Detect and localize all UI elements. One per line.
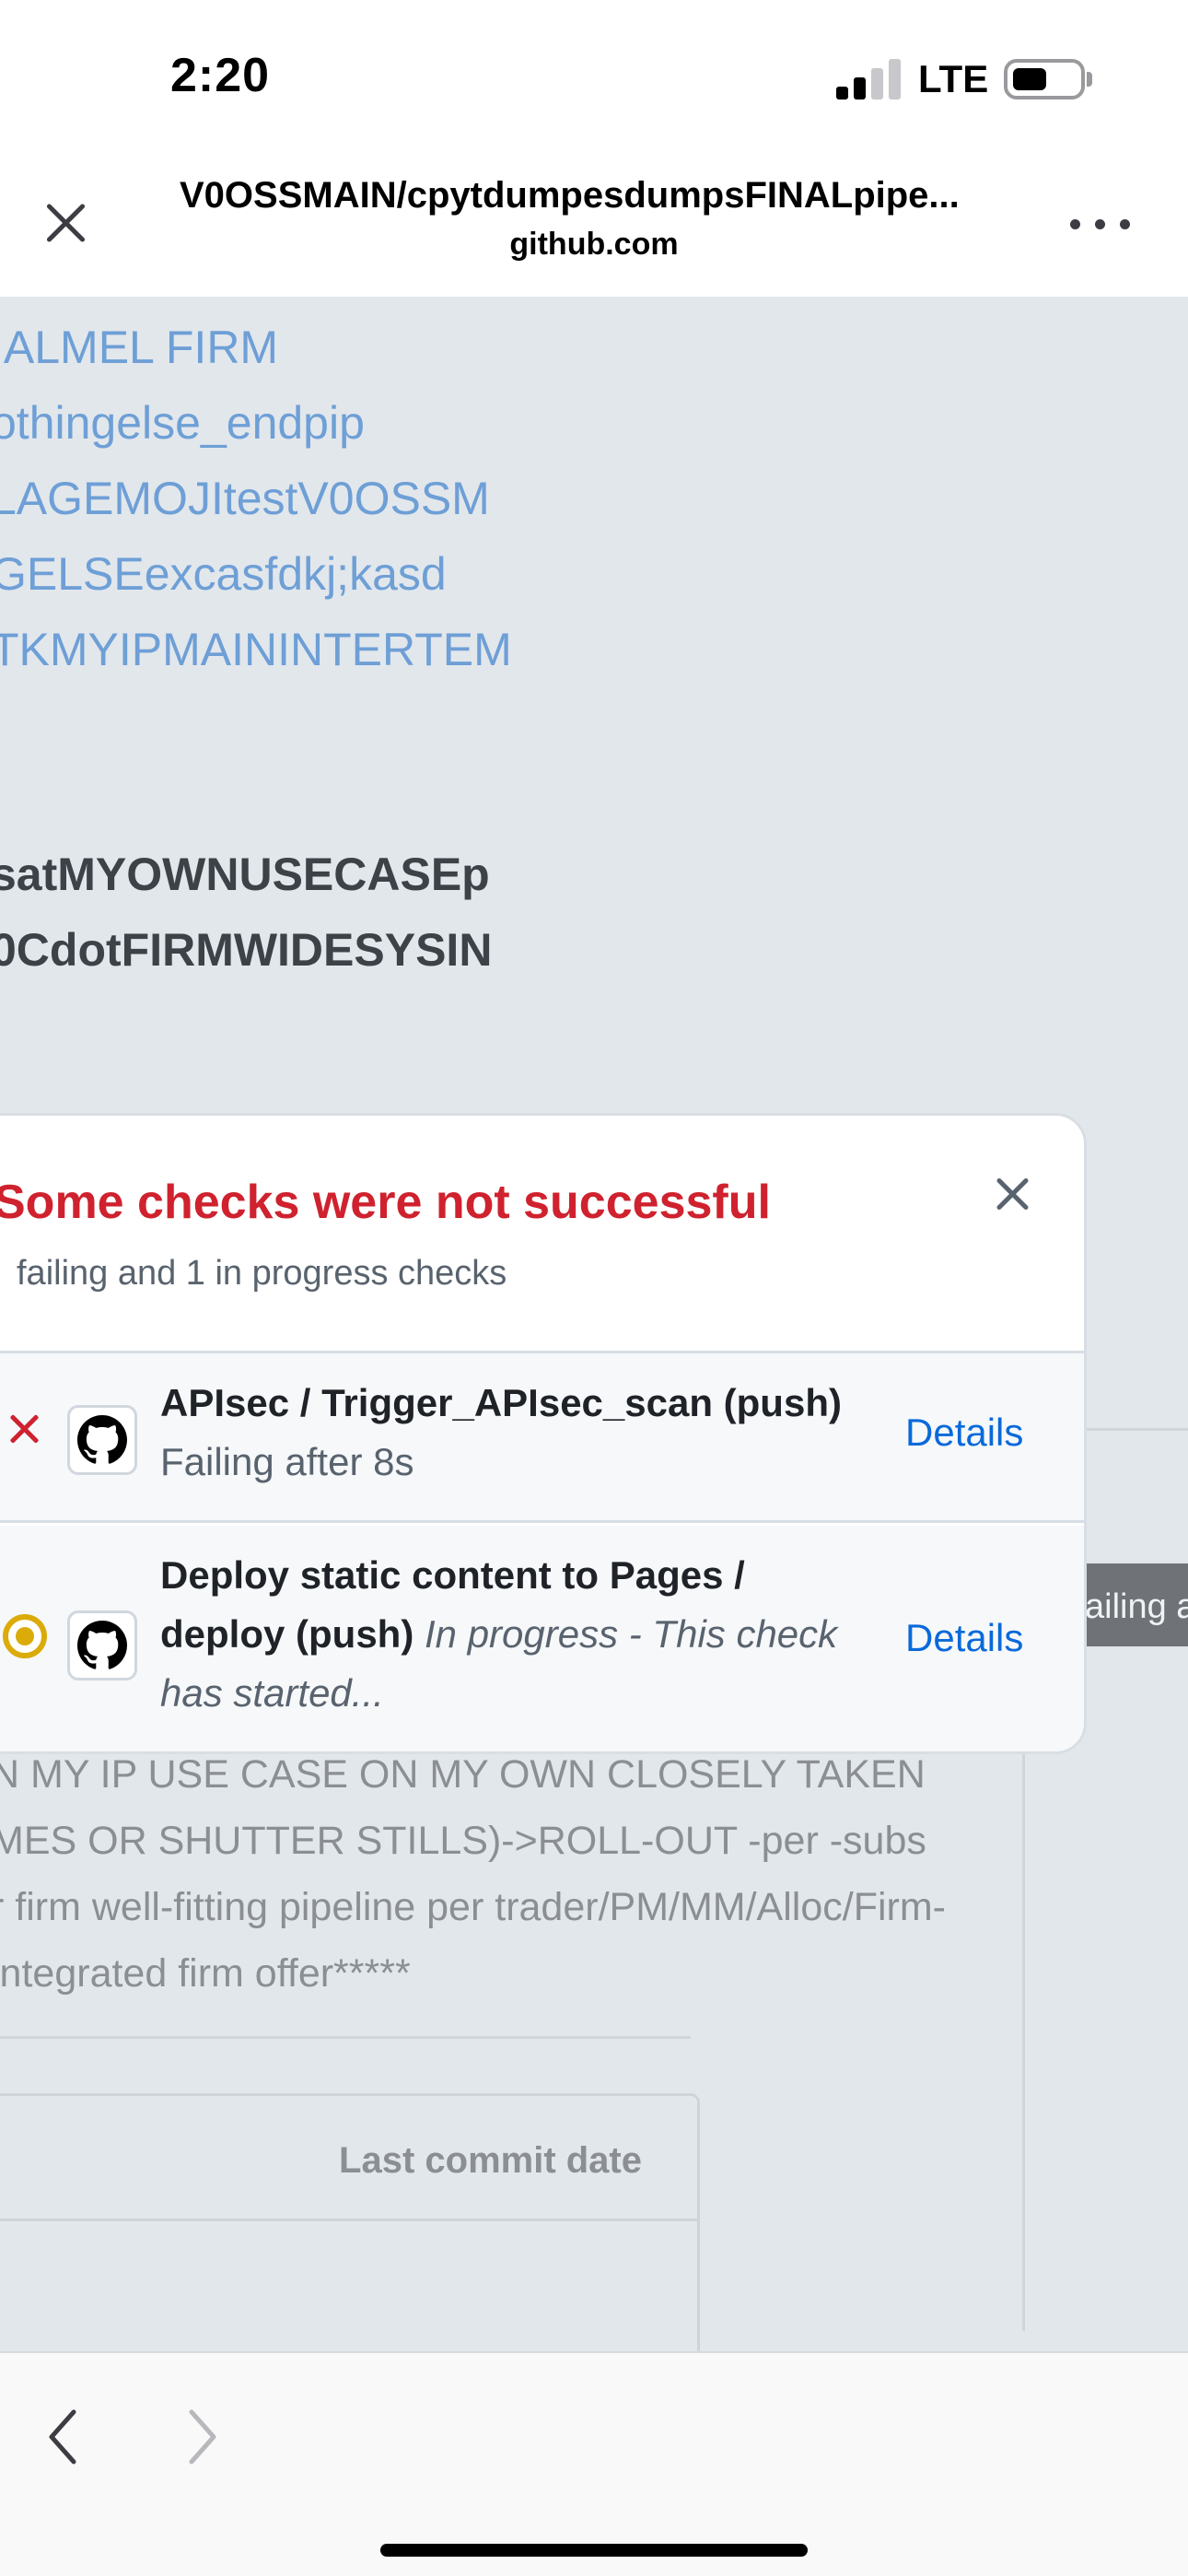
network-type: LTE: [918, 57, 989, 100]
readme-link[interactable]: GELSEexcasfdkj;kasd: [0, 547, 447, 601]
details-link[interactable]: Details: [905, 1616, 1023, 1660]
status-bar: 2:20 LTE: [0, 0, 1188, 157]
battery-cap: [1087, 72, 1092, 87]
checks-popover-subtitle: failing and 1 in progress checks: [17, 1254, 507, 1293]
check-state: Failing after 8s: [160, 1440, 414, 1483]
github-logo-icon: [67, 1405, 137, 1475]
chevron-left-icon[interactable]: [41, 2405, 87, 2469]
check-text: Deploy static content to Pages / deploy …: [160, 1546, 860, 1723]
browser-toolbar: [0, 2351, 1188, 2576]
description-line: r firm well-fitting pipeline per trader/…: [0, 1885, 946, 1929]
browser-header: V0OSSMAIN/cpytdumpesdumpsFINALpipe... gi…: [0, 157, 1188, 297]
readme-link[interactable]: TKMYIPMAININTERTEM: [0, 623, 512, 676]
file-table-header: Last commit date: [0, 2096, 697, 2221]
close-icon[interactable]: [988, 1171, 1036, 1219]
cellular-signal-icon: [836, 59, 903, 100]
home-indicator[interactable]: [380, 2544, 808, 2557]
page-domain: github.com: [509, 227, 679, 262]
readme-bold-text: 0CdotFIRMWIDESYSIN: [0, 924, 493, 976]
checks-popover: Some checks were not successful failing …: [0, 1113, 1087, 1754]
check-row: APIsec / Trigger_APIsec_scan (push) Fail…: [0, 1353, 1084, 1523]
description-line: integrated firm offer*****: [0, 1951, 411, 1996]
details-link[interactable]: Details: [905, 1411, 1023, 1455]
description-line: MES OR SHUTTER STILLS)->ROLL-OUT -per -s…: [0, 1819, 926, 1863]
file-table: Last commit date: [0, 2093, 700, 2351]
check-row: Deploy static content to Pages / deploy …: [0, 1526, 1084, 1751]
check-text: APIsec / Trigger_APIsec_scan (push) Fail…: [160, 1374, 860, 1492]
checks-popover-header: Some checks were not successful failing …: [0, 1116, 1084, 1353]
check-name: APIsec / Trigger_APIsec_scan (push): [160, 1381, 842, 1424]
description-line: N MY IP USE CASE ON MY OWN CLOSELY TAKEN: [0, 1752, 926, 1797]
divider: [0, 2036, 691, 2039]
x-icon: [5, 1409, 45, 1449]
readme-link[interactable]: othingelse_endpip: [0, 396, 365, 450]
in-progress-dot-icon: [3, 1614, 47, 1658]
page-title: V0OSSMAIN/cpytdumpesdumpsFINALpipe...: [180, 175, 960, 216]
status-time: 2:20: [170, 49, 271, 102]
readme-bold-text: satMYOWNUSECASEp: [0, 849, 490, 900]
battery-icon: [1004, 59, 1085, 100]
last-commit-date-header: Last commit date: [339, 2140, 642, 2181]
more-horizontal-icon[interactable]: [1068, 216, 1133, 234]
checks-popover-title: Some checks were not successful: [0, 1176, 771, 1229]
github-logo-icon: [67, 1610, 137, 1680]
chevron-right-icon[interactable]: [179, 2405, 225, 2469]
readme-link[interactable]: IALMEL FIRM: [0, 321, 278, 374]
readme-link[interactable]: LAGEMOJItestV0OSSM: [0, 472, 490, 525]
